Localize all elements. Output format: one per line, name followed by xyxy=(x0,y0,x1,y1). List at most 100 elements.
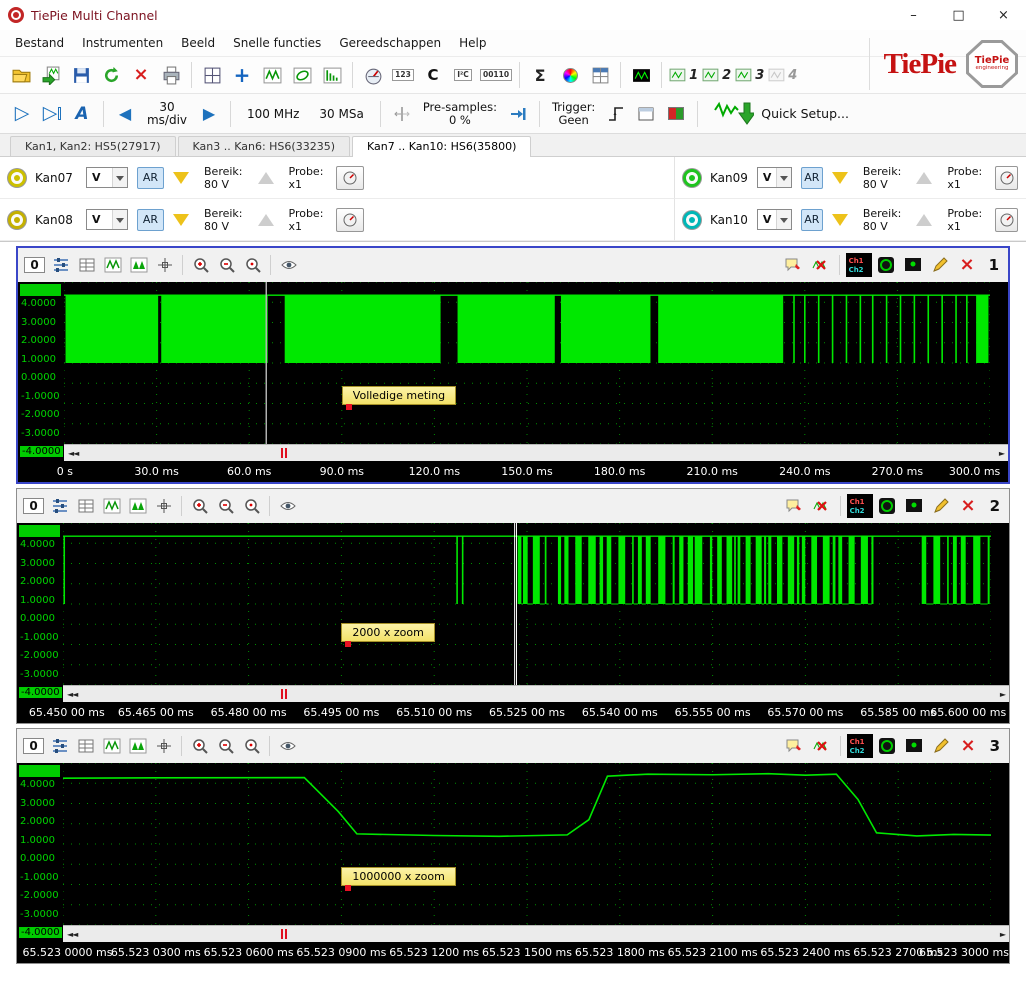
menu-help[interactable]: Help xyxy=(450,32,495,54)
levels-button[interactable] xyxy=(48,253,73,278)
range-down-icon[interactable] xyxy=(173,214,189,226)
comment-button[interactable] xyxy=(782,494,807,519)
channel-legend[interactable]: Ch1Ch2 xyxy=(847,734,873,758)
range-down-icon[interactable] xyxy=(173,172,189,184)
plot-area[interactable]: Volledige meting xyxy=(64,282,990,444)
print-button[interactable] xyxy=(157,61,185,89)
tab-hs6-2[interactable]: Kan7 .. Kan10: HS6(35800) xyxy=(352,136,531,157)
source-instrument-button[interactable] xyxy=(875,494,900,519)
levels-button[interactable] xyxy=(47,494,72,519)
cursors-button[interactable] xyxy=(151,734,176,759)
refresh-button[interactable] xyxy=(97,61,125,89)
channel-settings-button[interactable] xyxy=(995,208,1018,232)
sample-rate-display[interactable]: 100 MHz xyxy=(238,107,308,121)
save-button[interactable] xyxy=(67,61,95,89)
scroll-position-marker[interactable] xyxy=(281,929,287,939)
trigger-window-button[interactable] xyxy=(632,98,660,130)
scroll-position-marker[interactable] xyxy=(281,689,287,699)
i2c-button[interactable]: I²C xyxy=(449,61,477,89)
timebase-increase-button[interactable]: ▶ xyxy=(195,98,223,130)
channel-color-icon[interactable] xyxy=(8,211,26,229)
trigger-edge-button[interactable] xyxy=(602,98,630,130)
layout-button[interactable] xyxy=(198,61,226,89)
edit-pen-button[interactable] xyxy=(929,734,954,759)
channel-color-icon[interactable] xyxy=(683,169,701,187)
quick-measurement-2-button[interactable]: 2 xyxy=(701,61,732,89)
quick-measurement-4-button[interactable]: 4 xyxy=(767,61,798,89)
quick-measurement-3-button[interactable]: 3 xyxy=(734,61,765,89)
channel-legend[interactable]: Ch1Ch2 xyxy=(847,494,873,518)
channel-settings-button[interactable] xyxy=(336,208,364,232)
start-button[interactable]: ▷ xyxy=(8,98,36,130)
xy-graph-button[interactable] xyxy=(288,61,316,89)
zoom-reset-button[interactable] xyxy=(239,494,264,519)
maximize-button[interactable]: □ xyxy=(936,0,981,30)
scroll-right-icon[interactable]: ► xyxy=(995,449,1008,458)
overlay-zero-button[interactable]: 0 xyxy=(22,253,47,278)
save-measurement-button[interactable] xyxy=(37,61,65,89)
range-down-icon[interactable] xyxy=(832,172,848,184)
autorange-button[interactable]: AR xyxy=(801,167,823,189)
channel-color-icon[interactable] xyxy=(683,211,701,229)
cursors-button[interactable] xyxy=(151,494,176,519)
y-axis[interactable]: 4.00003.00002.00001.00000.0000-1.0000-2.… xyxy=(17,523,63,702)
scroll-left-icon[interactable]: ◄◄ xyxy=(64,449,82,458)
channel-settings-button[interactable] xyxy=(995,166,1018,190)
trigger-colors-button[interactable] xyxy=(662,98,690,130)
y-axis[interactable]: 4.00003.00002.00001.00000.0000-1.0000-2.… xyxy=(18,282,64,461)
quick-measurement-1-button[interactable]: 1 xyxy=(668,61,699,89)
channel-legend[interactable]: Ch1Ch2 xyxy=(846,253,872,277)
tab-hs5[interactable]: Kan1, Kan2: HS5(27917) xyxy=(10,136,176,156)
scroll-track[interactable] xyxy=(82,445,995,461)
y-axis[interactable]: 4.00003.00002.00001.00000.0000-1.0000-2.… xyxy=(17,763,63,942)
close-graph-button[interactable]: × xyxy=(956,734,981,759)
autorange-button[interactable]: AR xyxy=(137,209,164,231)
autorange-button[interactable]: AR xyxy=(137,167,164,189)
unit-select[interactable]: V xyxy=(86,167,128,188)
range-up-icon[interactable] xyxy=(916,172,932,184)
visibility-button[interactable] xyxy=(276,253,301,278)
serial-decode-button[interactable]: 00110 xyxy=(479,61,513,89)
zoom-in-button[interactable] xyxy=(187,734,212,759)
delete-button[interactable]: × xyxy=(127,61,155,89)
comment-button[interactable] xyxy=(781,253,806,278)
zoom-out-button[interactable] xyxy=(213,734,238,759)
range-down-icon[interactable] xyxy=(832,214,848,226)
capacitance-button[interactable]: C xyxy=(419,61,447,89)
menu-instrumenten[interactable]: Instrumenten xyxy=(73,32,172,54)
open-button[interactable] xyxy=(7,61,35,89)
chart-scrollbar[interactable]: ◄◄ ► xyxy=(64,444,1008,461)
display-button[interactable] xyxy=(902,734,927,759)
multimeter-button[interactable] xyxy=(359,61,387,89)
zoom-out-button[interactable] xyxy=(214,253,239,278)
scroll-right-icon[interactable]: ► xyxy=(996,690,1009,699)
unit-select[interactable]: V xyxy=(757,209,792,230)
chart-scrollbar[interactable]: ◄◄ ► xyxy=(63,925,1009,942)
visibility-button[interactable] xyxy=(275,494,300,519)
zoom-out-button[interactable] xyxy=(213,494,238,519)
range-up-icon[interactable] xyxy=(916,214,932,226)
data-table-button[interactable] xyxy=(586,61,614,89)
scroll-left-icon[interactable]: ◄◄ xyxy=(63,930,81,939)
levels-button[interactable] xyxy=(47,734,72,759)
value-table-button[interactable] xyxy=(73,494,98,519)
value-table-button[interactable] xyxy=(73,734,98,759)
value-table-button[interactable] xyxy=(74,253,99,278)
scroll-right-icon[interactable]: ► xyxy=(996,930,1009,939)
edit-pen-button[interactable] xyxy=(929,494,954,519)
clear-graph-button[interactable] xyxy=(809,494,834,519)
range-up-icon[interactable] xyxy=(258,172,274,184)
measurement-label[interactable]: 2000 x zoom xyxy=(341,623,434,642)
minimize-button[interactable]: – xyxy=(891,0,936,30)
presamples-button[interactable] xyxy=(388,98,416,130)
measurement-label[interactable]: 1000000 x zoom xyxy=(341,867,455,886)
scroll-track[interactable] xyxy=(81,926,996,942)
record-length-display[interactable]: 30 MSa xyxy=(310,107,372,121)
calculator-button[interactable]: 123 xyxy=(389,61,417,89)
overlay-zero-button[interactable]: 0 xyxy=(21,734,46,759)
sum-button[interactable]: Σ xyxy=(526,61,554,89)
unit-select[interactable]: V xyxy=(757,167,792,188)
chart-scrollbar[interactable]: ◄◄ ► xyxy=(63,685,1009,702)
clear-graph-button[interactable] xyxy=(809,734,834,759)
unit-select[interactable]: V xyxy=(86,209,128,230)
